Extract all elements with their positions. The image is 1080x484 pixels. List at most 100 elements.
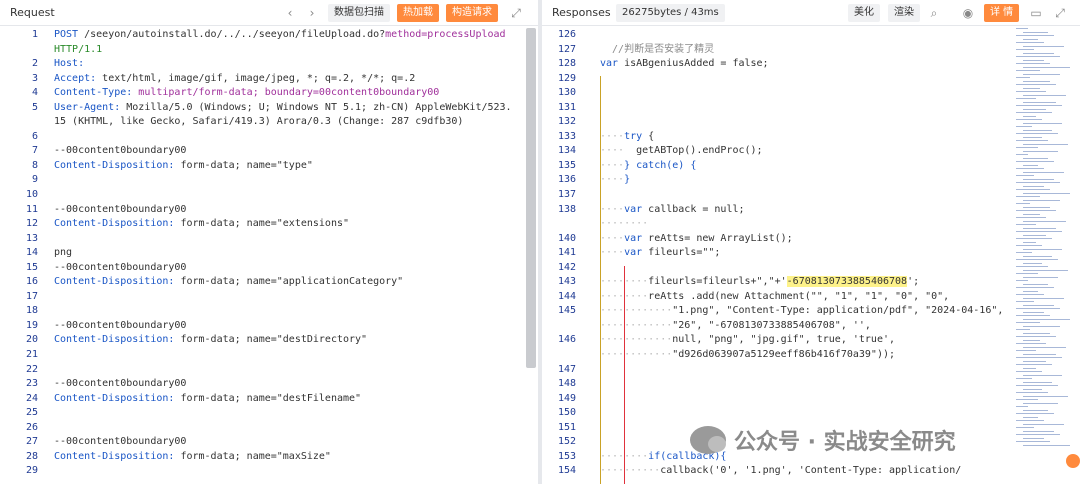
code-token: ············ (600, 349, 673, 361)
code-token: fileurls=""; (642, 247, 721, 259)
chevron-left-icon[interactable]: ‹ (282, 5, 298, 21)
minimap-stroke (1016, 280, 1028, 281)
code-token: fileurls=fileurls+","+' (648, 276, 787, 288)
line-text: ····} catch(e) { (600, 159, 696, 174)
expand-icon[interactable]: ⤢ (508, 5, 524, 21)
minimap-stroke (1023, 45, 1064, 47)
minimap-stroke (1023, 115, 1036, 117)
minimap-stroke (1016, 28, 1028, 29)
minimap-stroke (1023, 241, 1036, 243)
line-number: 146 (557, 334, 576, 346)
response-stats: 26275bytes / 43ms (616, 4, 725, 22)
build-request-button[interactable]: 构造请求 (446, 4, 498, 22)
minimap-stroke (1023, 87, 1040, 89)
line-text: Content-Disposition: form-data; name="ty… (54, 159, 313, 174)
expand-icon[interactable]: ⤢ (1052, 5, 1068, 21)
line-number: 6 (31, 130, 38, 142)
line-number: 18 (25, 305, 38, 317)
line-number: 143 (557, 276, 576, 288)
minimap-stroke (1023, 248, 1062, 250)
minimap-stroke (1016, 119, 1042, 120)
hot-load-button[interactable]: 热加载 (397, 4, 439, 22)
request-code-line: 26 (0, 421, 538, 436)
code-token: form-data; name="destFilename" (174, 392, 362, 404)
minimap-stroke (1016, 147, 1038, 148)
line-number: 22 (25, 363, 38, 375)
minimap-stroke (1023, 150, 1058, 152)
minimap-stroke (1023, 332, 1050, 334)
code-token: "26", "-6708130733885406708", '', (672, 319, 871, 331)
minimap-stroke (1016, 182, 1060, 183)
detail-button[interactable]: 详 情 (984, 4, 1020, 22)
minimap-stroke (1016, 252, 1032, 253)
code-token: --00content0boundary00 (54, 145, 187, 157)
minimap-stroke (1016, 266, 1048, 267)
chrome-icon[interactable]: ◉ (960, 5, 976, 21)
line-text: --00content0boundary00 (54, 203, 186, 218)
beautify-button[interactable]: 美化 (848, 4, 880, 22)
minimap-stroke (1016, 315, 1050, 316)
minimap-stroke (1023, 192, 1070, 194)
request-code-line: 8 Content-Disposition: form-data; name="t… (0, 159, 538, 174)
minimap-stroke (1016, 168, 1044, 169)
minimap-stroke (1016, 406, 1028, 407)
line-number: 131 (557, 101, 576, 113)
request-code-line: 1 POST /seeyon/autoinstall.do/../../seeyo… (0, 28, 538, 43)
code-minimap[interactable] (1016, 28, 1070, 458)
minimap-stroke (1016, 154, 1028, 155)
line-number: 4 (31, 87, 38, 99)
line-text: ········fileurls=fileurls+","+'-67081307… (600, 275, 919, 290)
code-token: multipart/form-data; boundary=00content0… (132, 87, 440, 99)
response-editor[interactable]: 126 127 //判断是否安装了精灵 128 var isABgeniusAdded… (542, 28, 1080, 484)
search-icon[interactable]: ⌕ (926, 5, 942, 21)
minimap-stroke (1023, 430, 1054, 432)
minimap-stroke (1016, 378, 1032, 379)
minimap-stroke (1023, 339, 1040, 341)
line-text: ············"1.png", "Content-Type: appl… (600, 304, 1003, 319)
chevron-right-icon[interactable]: › (304, 5, 320, 21)
minimap-stroke (1016, 133, 1058, 134)
minimap-stroke (1016, 35, 1054, 36)
minimap-stroke (1023, 31, 1048, 33)
minimap-stroke (1023, 73, 1060, 75)
line-number: 126 (557, 29, 576, 40)
request-code-line: 20 Content-Disposition: form-data; name="… (0, 333, 538, 348)
minimap-stroke (1016, 350, 1036, 351)
minimap-stroke (1016, 322, 1040, 323)
packet-scan-button[interactable]: 数据包扫描 (328, 4, 390, 22)
request-code-line: 18 (0, 304, 538, 319)
line-number: 141 (557, 247, 576, 259)
code-token: --00content0boundary00 (54, 436, 187, 448)
render-button[interactable]: 渲染 (888, 4, 920, 22)
line-number: 149 (557, 392, 576, 404)
minimap-stroke (1023, 444, 1070, 446)
line-number: 14 (25, 247, 38, 259)
request-code-line: 24 Content-Disposition: form-data; name="… (0, 392, 538, 407)
request-code-line: 14 png (0, 246, 538, 261)
minimap-stroke (1023, 423, 1064, 425)
request-editor[interactable]: 1 POST /seeyon/autoinstall.do/../../seeyo… (0, 28, 538, 484)
line-text: ············null, "png", "jpg.gif", true… (600, 333, 895, 348)
line-text: Content-Disposition: form-data; name="ex… (54, 217, 349, 232)
comment-icon[interactable]: ▭ (1028, 5, 1044, 21)
code-token: method=processUpload (385, 29, 506, 40)
line-number: 151 (557, 421, 576, 433)
request-scrollbar[interactable] (526, 28, 536, 368)
line-number: 136 (557, 174, 576, 186)
minimap-stroke (1016, 364, 1052, 365)
minimap-stroke (1016, 98, 1036, 99)
line-number: 137 (557, 189, 576, 201)
code-token: var (624, 203, 643, 215)
indent-guide (600, 76, 601, 484)
minimap-stroke (1016, 301, 1034, 302)
code-token: var (624, 232, 643, 244)
code-token: var (600, 58, 619, 70)
response-code-line: 132 (542, 115, 1080, 130)
line-number: 130 (557, 87, 576, 99)
minimap-stroke (1016, 210, 1056, 211)
line-number: 5 (31, 101, 38, 113)
minimap-stroke (1023, 80, 1050, 82)
line-number: 2 (31, 58, 38, 70)
minimap-stroke (1023, 318, 1070, 320)
minimap-stroke (1016, 63, 1050, 64)
